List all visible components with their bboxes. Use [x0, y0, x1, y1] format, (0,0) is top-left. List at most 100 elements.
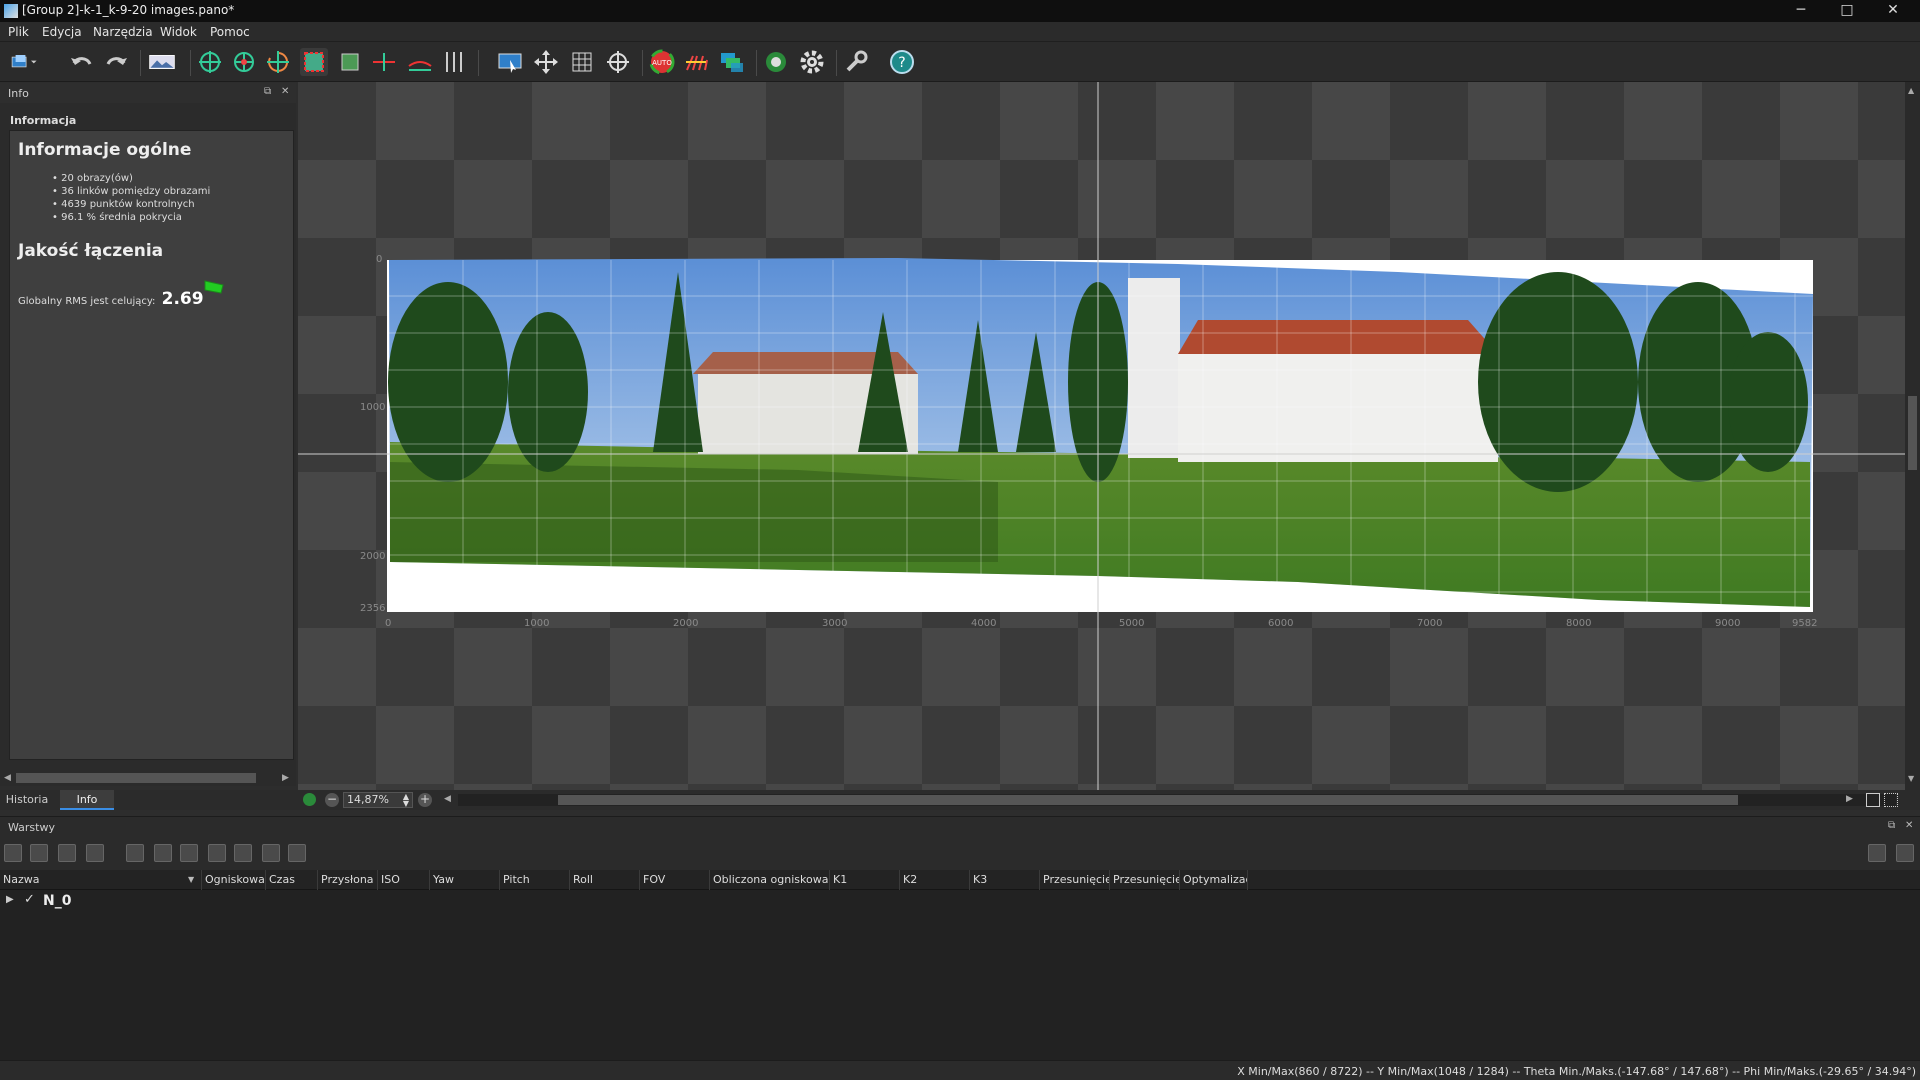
render-icon[interactable] — [762, 48, 790, 76]
scroll-left-icon[interactable]: ◀ — [4, 773, 11, 783]
table-row[interactable]: ▶ ✓ N_0 — [0, 890, 1920, 912]
menu-view[interactable]: Widok — [160, 25, 197, 39]
mask-icon[interactable] — [336, 48, 364, 76]
zoom-out-icon[interactable]: − — [325, 793, 339, 807]
undo-icon[interactable] — [68, 48, 96, 76]
column-header[interactable]: Nazwa — [0, 870, 202, 890]
visibility-checkbox[interactable]: ✓ — [24, 892, 35, 907]
column-header[interactable]: Roll — [570, 870, 640, 890]
minimize-button[interactable]: ─ — [1778, 0, 1824, 22]
float-panel-icon[interactable]: ⧉ — [1888, 821, 1898, 831]
column-header[interactable]: K1 — [830, 870, 900, 890]
column-header[interactable]: Przesunięcie — [1040, 870, 1110, 890]
column-header[interactable]: K2 — [900, 870, 970, 890]
new-project-icon[interactable] — [10, 48, 50, 76]
add-image-icon[interactable] — [126, 844, 144, 862]
zoom-input[interactable]: 14,87% ▲ ▼ — [343, 792, 413, 808]
grid-view-icon[interactable] — [1884, 793, 1898, 807]
layers-toolbar — [0, 836, 1920, 870]
scroll-right-icon[interactable]: ▶ — [282, 773, 289, 783]
horizon-line-icon[interactable] — [370, 48, 398, 76]
select-image-icon[interactable] — [496, 48, 524, 76]
layers-icon[interactable] — [718, 48, 746, 76]
layer-settings-icon[interactable] — [86, 844, 104, 862]
panorama-canvas[interactable]: 0 1000 2000 3000 4000 5000 6000 7000 800… — [298, 82, 1905, 790]
scroll-down-icon[interactable]: ▼ — [1908, 774, 1914, 783]
menu-help[interactable]: Pomoc — [210, 25, 250, 39]
tools-icon[interactable] — [842, 48, 870, 76]
column-header[interactable]: ISO — [378, 870, 430, 890]
close-panel-icon[interactable]: ✕ — [281, 87, 291, 97]
x-tick: 1000 — [524, 618, 550, 629]
column-header[interactable]: Optymalizac — [1180, 870, 1248, 890]
column-header[interactable]: Przesunięcie — [1110, 870, 1180, 890]
canvas-hscroll[interactable] — [458, 794, 1896, 806]
vertical-lines-icon[interactable] — [440, 48, 468, 76]
color-correction-icon[interactable] — [682, 48, 710, 76]
hscroll-thumb[interactable] — [558, 795, 1738, 805]
scroll-thumb[interactable] — [16, 773, 256, 783]
close-button[interactable]: ✕ — [1870, 0, 1916, 22]
list-item: • 36 linków pomiędzy obrazami — [52, 186, 211, 197]
tab-info[interactable]: Info — [60, 790, 114, 810]
delete-image-icon[interactable] — [154, 844, 172, 862]
sort-s-icon[interactable] — [288, 844, 306, 862]
move-point-icon[interactable] — [230, 48, 258, 76]
x-tick: 2000 — [673, 618, 699, 629]
canvas-navbar: − 14,87% ▲ ▼ + ◀ ▶ — [298, 790, 1920, 810]
sort-f-icon[interactable] — [234, 844, 252, 862]
toolbar-separator — [190, 50, 191, 76]
vscroll-thumb[interactable] — [1908, 396, 1917, 470]
maximize-button[interactable]: □ — [1824, 0, 1870, 22]
hscroll-right-icon[interactable]: ▶ — [1846, 794, 1853, 804]
rotate-point-icon[interactable] — [264, 48, 292, 76]
scroll-up-icon[interactable]: ▲ — [1908, 86, 1914, 95]
crop-icon[interactable] — [300, 48, 328, 76]
pan-icon[interactable] — [532, 48, 560, 76]
sort-t-icon[interactable] — [262, 844, 280, 862]
close-panel-icon[interactable]: ✕ — [1905, 821, 1915, 831]
info-hscroll[interactable]: ◀ ▶ — [0, 770, 296, 786]
add-layer-icon[interactable] — [4, 844, 22, 862]
column-header[interactable]: Pitch — [500, 870, 570, 890]
add-point-icon[interactable] — [196, 48, 224, 76]
remove-layer-icon[interactable] — [30, 844, 48, 862]
split-view-icon[interactable] — [1866, 793, 1880, 807]
tab-history[interactable]: Historia — [0, 790, 54, 810]
edit-layer-icon[interactable] — [58, 844, 76, 862]
panel-dock-icon[interactable] — [1896, 844, 1914, 862]
float-panel-icon[interactable]: ⧉ — [264, 87, 274, 97]
canvas-vscroll[interactable]: ▲ ▼ — [1905, 82, 1920, 790]
hscroll-left-icon[interactable]: ◀ — [444, 794, 451, 804]
info-section-title: Informacja — [10, 114, 77, 127]
x-tick: 0 — [385, 618, 392, 629]
general-list: • 20 obrazy(ów) • 36 linków pomiędzy obr… — [52, 172, 210, 224]
sort-icon[interactable]: ▼ — [188, 875, 194, 884]
column-header[interactable]: Przysłona — [318, 870, 378, 890]
column-header[interactable]: K3 — [970, 870, 1040, 890]
column-header[interactable]: Ogniskowa — [202, 870, 266, 890]
column-header[interactable]: Obliczona ogniskowa — [710, 870, 830, 890]
column-header[interactable]: Yaw — [430, 870, 500, 890]
fit-icon[interactable] — [303, 793, 316, 806]
zoom-in-icon[interactable]: + — [418, 793, 432, 807]
sort-a-icon[interactable] — [180, 844, 198, 862]
menu-tools[interactable]: Narzędzia — [93, 25, 153, 39]
layers-table-body: ▶ ✓ N_0 — [0, 890, 1920, 1060]
list-item: • 20 obrazy(ów) — [52, 173, 133, 184]
straighten-icon[interactable] — [406, 48, 434, 76]
redo-icon[interactable] — [102, 48, 130, 76]
panel-layout-icon[interactable] — [1868, 844, 1886, 862]
auto-icon[interactable]: AUTO — [648, 48, 676, 76]
help-icon[interactable]: ? — [888, 48, 916, 76]
panorama-icon[interactable] — [148, 48, 182, 76]
settings-icon[interactable] — [798, 48, 826, 76]
grid-icon[interactable] — [568, 48, 596, 76]
sort-b-icon[interactable] — [208, 844, 226, 862]
column-header[interactable]: FOV — [640, 870, 710, 890]
center-icon[interactable] — [604, 48, 632, 76]
expand-icon[interactable]: ▶ — [6, 894, 14, 905]
menu-edit[interactable]: Edycja — [42, 25, 82, 39]
column-header[interactable]: Czas — [266, 870, 318, 890]
menu-file[interactable]: Plik — [8, 25, 29, 39]
